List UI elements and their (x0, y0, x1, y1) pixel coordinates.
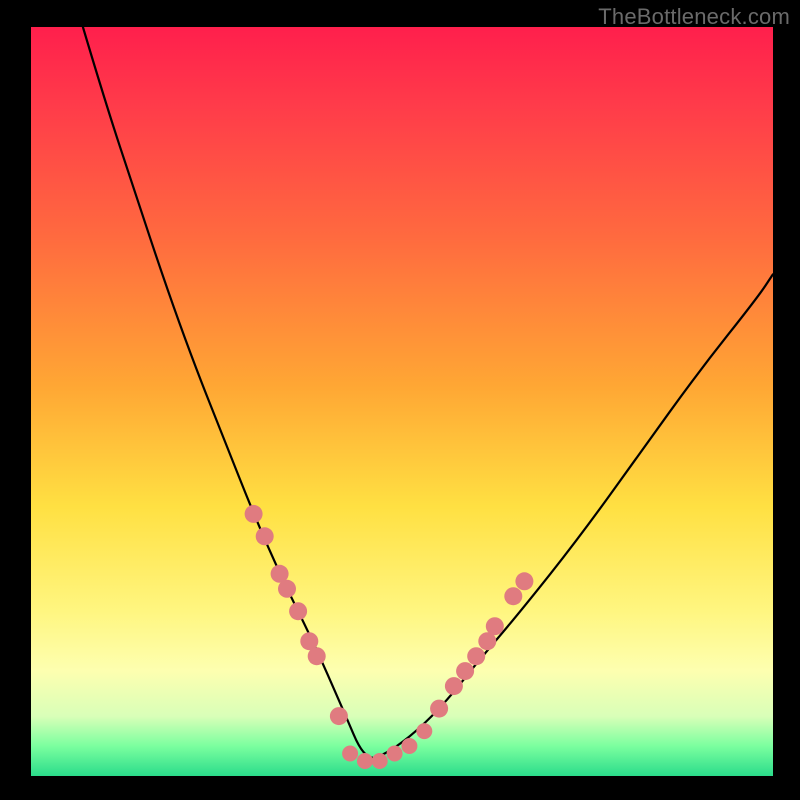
bottleneck-curve (83, 27, 773, 758)
outer-frame: TheBottleneck.com (0, 0, 800, 800)
marker-dot (245, 505, 263, 523)
marker-dot (387, 746, 403, 762)
marker-dot (504, 587, 522, 605)
marker-dot (445, 677, 463, 695)
watermark-text: TheBottleneck.com (598, 4, 790, 30)
marker-dot (401, 738, 417, 754)
marker-dot (456, 662, 474, 680)
marker-dot (357, 753, 373, 769)
plot-area (31, 27, 773, 776)
marker-dot (372, 753, 388, 769)
marker-dot (289, 602, 307, 620)
markers-right-arm (430, 572, 533, 717)
marker-dot (416, 723, 432, 739)
marker-dot (278, 580, 296, 598)
marker-dot (308, 647, 326, 665)
marker-dot (342, 746, 358, 762)
marker-dot (467, 647, 485, 665)
marker-dot (486, 617, 504, 635)
marker-dot (330, 707, 348, 725)
markers-valley (342, 723, 432, 769)
marker-dot (256, 527, 274, 545)
marker-dot (515, 572, 533, 590)
marker-dot (430, 700, 448, 718)
chart-svg (31, 27, 773, 776)
markers-left-arm (245, 505, 348, 725)
